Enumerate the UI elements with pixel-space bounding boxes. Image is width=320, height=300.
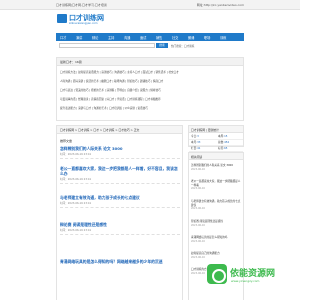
related-link[interactable]: 与老师建立有效沟通，助力孩子成长的七点建议 [191, 200, 242, 207]
stats-box: 口才训练网 | 更新统计 今日:3 本周:15 本月:33 总数:454 栏目:… [188, 125, 244, 152]
article-title[interactable]: 老公一直都喜欢大家，我这一步把我都是人一样看，好不容且，我该怎么办 [60, 166, 180, 176]
search-input[interactable] [59, 43, 155, 48]
stat-value: 3 [197, 135, 199, 138]
nav-item[interactable]: 训练 [220, 35, 226, 40]
search-row: 搜索 热门搜索：口才训练 [56, 42, 244, 50]
stat-value: 33 [197, 141, 201, 144]
hot-search[interactable]: 热门搜索：口才训练 [171, 44, 194, 48]
watermark: 依能资源网 www.yinengzy.com [207, 262, 279, 290]
related-date: 2023-06-16 [191, 223, 205, 227]
site-logo[interactable]: 口才训练网 zzkoucaizengyan.com [57, 13, 117, 30]
related-date: 2023-06-16 [191, 239, 205, 243]
tag-line[interactable]: 口才与表达 | 赞美的技巧 | 拒绝的艺术 | 演讲稿 | 开场白 | 自我介绍… [60, 88, 242, 92]
tag-line[interactable]: 可爱说事的话 | 经典语录 | 高情商回复 | 好口才 | 学说话 | 口才训练… [60, 97, 242, 101]
related-item[interactable]: 老公一直都喜欢大家，我这一步把我都是人一样看 2023-06-16 [191, 180, 242, 191]
stats-title: 口才训练网 | 更新统计 [189, 126, 243, 133]
stat-value: 41 [197, 147, 201, 150]
top-bar: 口才训练网|口才网,口才学习,口才培训 网址:http://kc.yanbenv… [0, 0, 300, 10]
stat-value: 454 [224, 141, 230, 144]
nav-item[interactable]: 演讲 [76, 35, 82, 40]
article-title[interactable]: 怎样辨别我们的人际关系 论文 3000 [60, 146, 180, 151]
article-meta: 时间：2023-06-16 23:41 [60, 229, 92, 233]
list-item[interactable]: 青涌网络玩具的是怎么得知的吗？网络越来越多的少年的沉迷 [60, 259, 180, 264]
site-slogan: 口才训练网|口才网,口才学习,口才培训 [56, 3, 107, 7]
related-item[interactable]: 如何提高自己的沟通能力 2023-06-16 [191, 252, 242, 259]
nav-item[interactable]: 销售 [156, 35, 162, 40]
related-date: 2023-06-16 [191, 207, 205, 211]
nav-item[interactable]: 主持 [108, 35, 114, 40]
tag-box-title: 最新口才：16篇 [57, 58, 243, 66]
article-meta: 时间：2023-06-16 23:41 [60, 178, 92, 182]
nav-item[interactable]: 沟通 [124, 35, 130, 40]
divider [60, 158, 180, 160]
list-item[interactable]: 辩论赛 阅读是理性还是感性 时间：2023-06-16 23:41 [60, 222, 180, 236]
logo-subtitle: zzkoucaizengyan.com [69, 22, 98, 25]
nav-item[interactable]: 口才 [60, 35, 66, 40]
nav-item[interactable]: 朗诵 [188, 35, 194, 40]
section-title: 推荐文章 [60, 139, 73, 143]
watermark-logo-icon [207, 264, 227, 284]
divider [60, 183, 180, 185]
tag-line[interactable]: 人际沟通 | 即兴演讲 | 说话的艺术 | 幽默口才 | 职场沟通 | 辩论技巧… [60, 79, 242, 83]
related-item[interactable]: 与老师建立有效沟通，助力孩子成长的七点建议 2023-06-16 [191, 200, 242, 211]
stat-value: 65 [224, 147, 228, 150]
divider [60, 207, 180, 209]
article-title[interactable]: 青涌网络玩具的是怎么得知的吗？网络越来越多的少年的沉迷 [60, 259, 180, 264]
stat-value: 15 [224, 135, 228, 138]
main-content: 口才训练网 > 口才训练 > 口才 > 口才训练 > 口才技巧 > 正文 推荐文… [56, 125, 183, 300]
related-item[interactable]: 青涌网络玩具的是怎么得知的吗 2023-06-16 [191, 236, 242, 243]
list-item[interactable]: 与老师建立有效沟通，助力孩子成长的七点建议 时间：2023-06-16 23:4… [60, 195, 180, 209]
watermark-text: 依能资源网 [230, 269, 276, 279]
list-item[interactable]: 怎样辨别我们的人际关系 论文 3000 时间：2023-06-16 23:41 [60, 146, 180, 160]
article-meta: 时间：2023-06-16 23:41 [60, 202, 92, 206]
article-title[interactable]: 辩论赛 阅读是理性还是感性 [60, 222, 180, 227]
related-date: 2023-06-16 [191, 167, 205, 171]
nav-item[interactable]: 辩论 [92, 35, 98, 40]
tag-box: 最新口才：16篇 口才训练方法 | 如何提高说话能力 | 演讲技巧 | 沟通技巧… [56, 57, 244, 121]
tag-line[interactable]: 提升表达能力 | 演讲与口才 | 沟通的艺术 | 口才培训班 | 公众演讲 | … [60, 106, 242, 110]
site-url[interactable]: 网址:http://kc.yanbenvideo.com [197, 3, 244, 7]
divider [60, 234, 180, 236]
breadcrumb[interactable]: 口才训练网 > 口才训练 > 口才 > 口才训练 > 口才技巧 > 正文 [57, 126, 182, 134]
main-nav: 口才 演讲 辩论 主持 沟通 面试 销售 社交 朗诵 职场 训练 [56, 33, 244, 41]
logo-mark-icon [57, 14, 67, 23]
related-item[interactable]: 怎样辨别我们的人际关系 论文 3000 2023-06-16 [191, 164, 242, 171]
related-title: 相关阅读 [189, 153, 243, 160]
related-date: 2023-06-16 [191, 187, 205, 191]
list-item[interactable]: 老公一直都喜欢大家，我这一步把我都是人一样看，好不容且，我该怎么办 时间：202… [60, 166, 180, 185]
tag-line[interactable]: 口才训练方法 | 如何提高说话能力 | 演讲技巧 | 沟通技巧 | 主持人口才 … [60, 70, 242, 74]
related-item[interactable]: 辩论赛 阅读是理性还是感性 2023-06-16 [191, 220, 242, 227]
article-meta: 时间：2023-06-16 23:41 [60, 153, 92, 157]
search-button[interactable]: 搜索 [156, 43, 168, 48]
related-link[interactable]: 老公一直都喜欢大家，我这一步把我都是人一样看 [191, 180, 242, 187]
nav-item[interactable]: 社交 [172, 35, 178, 40]
related-date: 2023-06-16 [191, 255, 205, 259]
nav-item[interactable]: 职场 [204, 35, 210, 40]
nav-item[interactable]: 面试 [140, 35, 146, 40]
watermark-url: www.yinengzy.com [231, 279, 260, 283]
article-title[interactable]: 与老师建立有效沟通，助力孩子成长的七点建议 [60, 195, 180, 200]
